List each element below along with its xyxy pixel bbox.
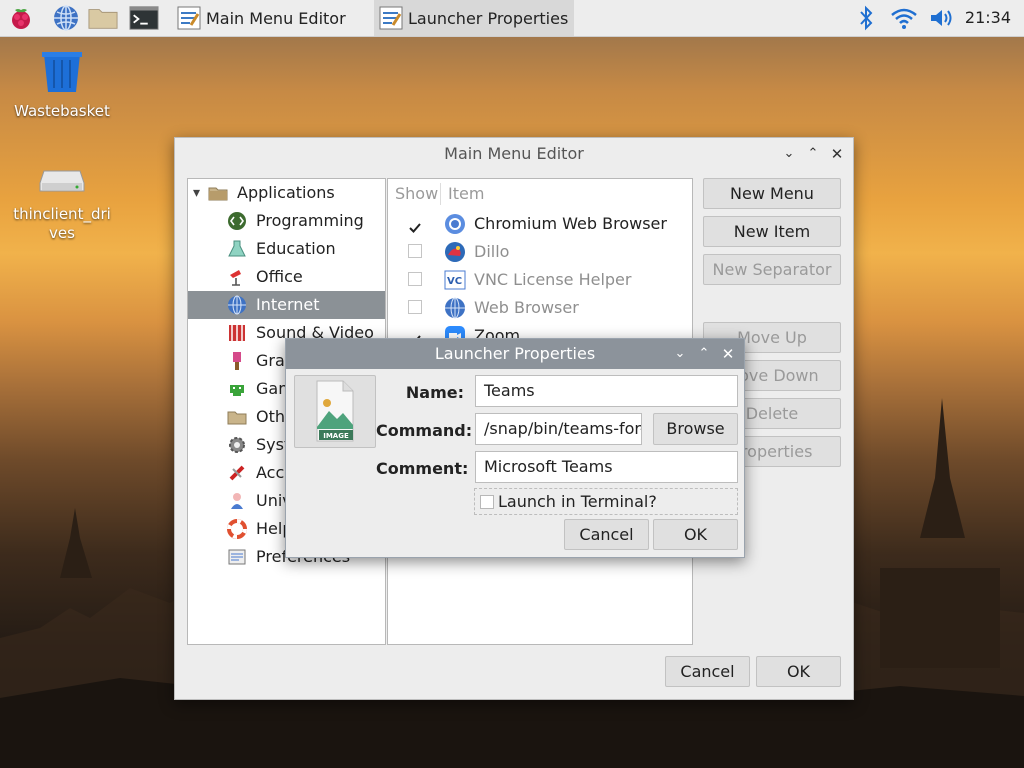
preferences-icon <box>227 547 247 567</box>
education-icon <box>227 239 247 259</box>
tree-item-label: Office <box>256 267 303 286</box>
volume-icon[interactable] <box>927 3 957 33</box>
svg-text:VC: VC <box>447 276 462 287</box>
bluetooth-icon[interactable] <box>851 3 881 33</box>
other-icon <box>227 407 247 427</box>
command-field[interactable]: /snap/bin/teams-for-l <box>475 413 642 445</box>
menu-item-row[interactable]: Web Browser <box>388 294 692 322</box>
tree-item-label: Applications <box>237 183 335 202</box>
launch-in-terminal-checkbox[interactable] <box>480 495 494 509</box>
wastebasket-icon <box>42 52 82 92</box>
dillo-icon <box>444 241 466 263</box>
launcher-icon-button[interactable]: IMAGE <box>294 375 376 448</box>
show-checkbox[interactable] <box>408 244 422 258</box>
new-item-button[interactable]: New Item <box>703 216 841 247</box>
launch-in-terminal-label: Launch in Terminal? <box>498 492 657 511</box>
taskbar: Main Menu Editor Launcher Properties 21:… <box>0 0 1024 37</box>
tree-item-programming[interactable]: Programming <box>188 207 385 235</box>
desktop-icon-label: thinclient_drives <box>13 205 111 242</box>
dialog-title: Launcher Properties <box>434 344 596 363</box>
icon-caption: IMAGE <box>323 432 349 440</box>
accessories-icon <box>227 463 247 483</box>
name-field[interactable]: Teams <box>475 375 738 407</box>
tree-item-education[interactable]: Education <box>188 235 385 263</box>
taskbar-item-launcher-properties[interactable]: Launcher Properties <box>374 0 574 36</box>
command-label: Command: <box>376 421 473 440</box>
ok-button[interactable]: OK <box>756 656 841 687</box>
comment-label: Comment: <box>376 459 469 478</box>
sound-video-icon <box>227 323 247 343</box>
window-titlebar[interactable]: Main Menu Editor ⌄ ⌃ ✕ <box>175 138 853 170</box>
menu-item-label: Chromium Web Browser <box>474 214 667 233</box>
menu-editor-icon <box>177 6 201 30</box>
web-browser-icon[interactable] <box>51 3 81 33</box>
applications-folder-icon <box>208 183 228 203</box>
wifi-icon[interactable] <box>889 3 919 33</box>
games-icon <box>227 379 247 399</box>
programming-icon <box>227 211 247 231</box>
cancel-button[interactable]: Cancel <box>665 656 750 687</box>
launch-in-terminal-option[interactable]: Launch in Terminal? <box>474 488 738 515</box>
chromium-icon <box>444 213 466 235</box>
tree-item-office[interactable]: Office <box>188 263 385 291</box>
menu-editor-icon <box>379 6 403 30</box>
comment-field[interactable]: Microsoft Teams <box>475 451 738 483</box>
tree-item-applications[interactable]: ▾ Applications <box>188 179 385 207</box>
menu-item-label: Web Browser <box>474 298 579 317</box>
raspberry-menu-icon[interactable] <box>6 3 36 33</box>
show-checkbox[interactable] <box>408 300 422 314</box>
menu-item-row[interactable]: VC VNC License Helper <box>388 266 692 294</box>
web-browser-icon <box>444 297 466 319</box>
taskbar-item-label: Main Menu Editor <box>206 8 346 28</box>
system-tools-icon <box>227 435 247 455</box>
drive-icon <box>39 170 85 192</box>
dialog-titlebar[interactable]: Launcher Properties ⌄ ⌃ ✕ <box>286 339 744 369</box>
terminal-icon[interactable] <box>129 3 159 33</box>
menu-item-row[interactable]: Dillo <box>388 238 692 266</box>
close-icon[interactable]: ✕ <box>716 339 740 369</box>
tree-item-label: Internet <box>256 295 320 314</box>
maximize-icon[interactable]: ⌃ <box>801 138 825 170</box>
new-menu-button[interactable]: New Menu <box>703 178 841 209</box>
column-divider <box>440 183 441 205</box>
vnc-icon: VC <box>444 269 466 291</box>
window-title: Main Menu Editor <box>444 144 584 163</box>
tree-item-internet[interactable]: Internet <box>188 291 385 319</box>
maximize-icon[interactable]: ⌃ <box>692 339 716 369</box>
column-header-item[interactable]: Item <box>448 179 484 209</box>
expander-arrow-icon[interactable]: ▾ <box>193 179 200 207</box>
taskbar-item-label: Launcher Properties <box>408 8 569 28</box>
desktop-icon-wastebasket[interactable]: Wastebasket <box>12 50 112 121</box>
close-icon[interactable]: ✕ <box>825 138 849 170</box>
clock: 21:34 <box>964 8 1011 27</box>
dialog-cancel-button[interactable]: Cancel <box>564 519 649 550</box>
show-checkbox[interactable] <box>408 216 422 233</box>
show-checkbox[interactable] <box>408 272 422 286</box>
new-separator-button[interactable]: New Separator <box>703 254 841 285</box>
taskbar-item-main-menu-editor[interactable]: Main Menu Editor <box>172 0 368 36</box>
menu-item-label: Dillo <box>474 242 510 261</box>
help-icon <box>227 519 247 539</box>
office-icon <box>227 267 247 287</box>
browse-button[interactable]: Browse <box>653 413 738 445</box>
image-file-icon: IMAGE <box>316 380 354 442</box>
name-label: Name: <box>405 383 464 402</box>
menu-item-row[interactable]: Chromium Web Browser <box>388 210 692 238</box>
desktop-icon-label: Wastebasket <box>14 102 110 120</box>
minimize-icon[interactable]: ⌄ <box>777 138 801 170</box>
launcher-properties-dialog: Launcher Properties ⌄ ⌃ ✕ IMAGE Name: Te… <box>285 338 745 558</box>
tree-item-label: Education <box>256 239 336 258</box>
tree-item-label: Programming <box>256 211 364 230</box>
menu-item-label: VNC License Helper <box>474 270 632 289</box>
universal-access-icon <box>227 491 247 511</box>
minimize-icon[interactable]: ⌄ <box>668 339 692 369</box>
graphics-icon <box>227 351 247 371</box>
file-manager-folder-icon[interactable] <box>88 3 118 33</box>
desktop-icon-thinclient-drives[interactable]: thinclient_drives <box>12 165 112 243</box>
dialog-ok-button[interactable]: OK <box>653 519 738 550</box>
column-header-show[interactable]: Show <box>395 179 438 209</box>
internet-globe-icon <box>227 295 247 315</box>
